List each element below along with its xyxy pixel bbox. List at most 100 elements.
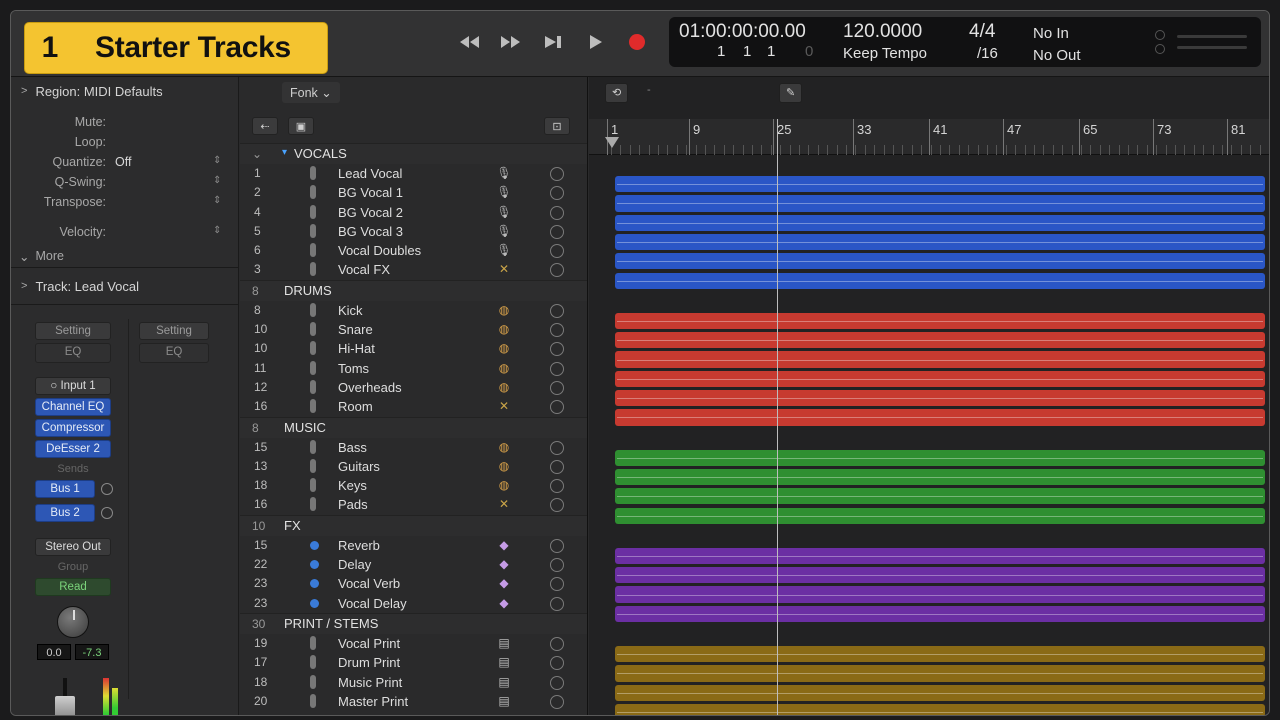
param-transpose[interactable]: Transpose: ⇕ <box>11 195 238 215</box>
record-enable-button[interactable] <box>550 479 564 494</box>
region-lane[interactable] <box>615 176 1265 193</box>
param-quantize[interactable]: Quantize: Off ⇕ <box>11 155 238 175</box>
track-inspector-header[interactable]: > Track: Lead Vocal <box>11 268 238 304</box>
track-name[interactable]: Overheads <box>338 380 402 395</box>
track-row[interactable]: 1 Lead Vocal 🎙 <box>240 164 587 183</box>
track-name[interactable]: Master Print <box>338 694 408 709</box>
track-row[interactable]: 16 Pads ✕ <box>240 495 587 514</box>
track-row[interactable]: 11 Toms ◍ <box>240 359 587 378</box>
region-lane[interactable] <box>615 233 1265 251</box>
track-name[interactable]: Room <box>338 399 373 414</box>
region-lane[interactable] <box>615 646 1265 663</box>
track-row[interactable]: 19 Vocal Print ▤ <box>240 634 587 653</box>
region-lane[interactable] <box>615 547 1265 565</box>
send-level-knob[interactable] <box>101 483 113 495</box>
volume-fader[interactable] <box>55 696 75 715</box>
region-lane[interactable] <box>615 449 1265 466</box>
record-enable-button[interactable] <box>550 577 564 592</box>
track-row[interactable]: 18 Keys ◍ <box>240 476 587 495</box>
track-name[interactable]: Drum Print <box>338 655 400 670</box>
track-name[interactable]: Vocal Verb <box>338 576 400 591</box>
track-group-header[interactable]: 8 MUSIC <box>240 416 587 438</box>
add-track-button[interactable]: ▣ <box>288 117 314 135</box>
track-name[interactable]: Toms <box>338 361 369 376</box>
track-row[interactable]: 17 Drum Print ▤ <box>240 653 587 672</box>
track-row[interactable]: 10 Hi-Hat ◍ <box>240 339 587 358</box>
snap-dropdown-icon[interactable]: ‑ <box>647 84 651 96</box>
record-enable-button[interactable] <box>550 656 564 671</box>
track-name[interactable]: BG Vocal 3 <box>338 224 403 239</box>
region-lane[interactable] <box>615 468 1265 486</box>
track-row[interactable]: 20 Master Print ▤ <box>240 692 587 711</box>
track-row[interactable]: 15 Bass ◍ <box>240 438 587 457</box>
go-to-end-button[interactable] <box>537 27 569 57</box>
param-mute[interactable]: Mute: <box>11 115 238 135</box>
project-title[interactable]: 1 Starter Tracks <box>24 22 328 74</box>
setting-button[interactable]: Setting <box>35 322 111 340</box>
track-name[interactable]: Guitars <box>338 459 380 474</box>
playhead[interactable] <box>777 119 778 715</box>
track-name[interactable]: Vocal Delay <box>338 596 407 611</box>
record-enable-button[interactable] <box>550 498 564 513</box>
track-name[interactable]: Vocal Print <box>338 636 400 651</box>
track-name[interactable]: Music Print <box>338 675 402 690</box>
region-lane[interactable] <box>615 586 1265 603</box>
track-row[interactable]: 22 Delay ◆ <box>240 555 587 574</box>
record-enable-button[interactable] <box>550 459 564 474</box>
region-lane[interactable] <box>615 567 1265 584</box>
region-lane[interactable] <box>615 665 1265 682</box>
playhead-handle[interactable] <box>605 137 619 148</box>
track-name[interactable]: Bass <box>338 440 367 455</box>
record-button[interactable] <box>621 27 653 57</box>
play-button[interactable] <box>579 27 611 57</box>
region-lane[interactable] <box>615 684 1265 701</box>
view-menu[interactable]: Fonk ⌄ <box>282 81 340 103</box>
record-enable-button[interactable] <box>550 694 564 709</box>
region-lane[interactable] <box>615 272 1265 289</box>
stepper-icon[interactable]: ⇕ <box>213 175 221 186</box>
record-enable-button[interactable] <box>550 675 564 690</box>
record-enable-button[interactable] <box>550 224 564 239</box>
track-row[interactable]: 10 Snare ◍ <box>240 320 587 339</box>
record-enable-button[interactable] <box>550 205 564 220</box>
region-lane[interactable] <box>615 312 1265 330</box>
track-name[interactable]: Vocal FX <box>338 262 390 277</box>
setting-button[interactable]: Setting <box>139 322 209 340</box>
track-row[interactable]: 23 Vocal Delay ◆ <box>240 594 587 613</box>
record-enable-button[interactable] <box>550 538 564 553</box>
track-name[interactable]: Snare <box>338 322 373 337</box>
rewind-button[interactable] <box>453 27 485 57</box>
send-bus-2[interactable]: Bus 2 <box>35 504 96 522</box>
track-name[interactable]: Keys <box>338 478 367 493</box>
region-lane[interactable] <box>615 195 1265 212</box>
region-lane[interactable] <box>615 703 1265 715</box>
record-enable-button[interactable] <box>550 558 564 573</box>
track-group-header[interactable]: ⌄ ▾ VOCALS <box>240 143 587 164</box>
record-enable-button[interactable] <box>550 380 564 395</box>
eq-display[interactable]: EQ <box>35 343 111 363</box>
stepper-icon[interactable]: ⇕ <box>213 225 221 236</box>
track-name[interactable]: Vocal Doubles <box>338 243 421 258</box>
record-enable-button[interactable] <box>550 596 564 611</box>
send-level-knob[interactable] <box>101 507 113 519</box>
track-row[interactable]: 8 Kick ◍ <box>240 301 587 320</box>
param-velocity[interactable]: Velocity: ⇕ <box>11 225 238 245</box>
region-lane[interactable] <box>615 390 1265 407</box>
track-row[interactable]: 4 BG Vocal 2 🎙 <box>240 203 587 222</box>
region-lane[interactable] <box>615 351 1265 368</box>
track-row[interactable]: 15 Reverb ◆ <box>240 536 587 555</box>
track-row[interactable]: 13 Guitars ◍ <box>240 457 587 476</box>
param-loop[interactable]: Loop: <box>11 135 238 155</box>
track-group-header[interactable]: 8 DRUMS <box>240 279 587 301</box>
region-lane[interactable] <box>615 409 1265 426</box>
track-row[interactable]: 12 Overheads ◍ <box>240 378 587 397</box>
track-group-header[interactable]: 10 FX <box>240 514 587 536</box>
track-row[interactable]: 2 BG Vocal 1 🎙 <box>240 183 587 202</box>
pan-knob[interactable] <box>57 606 89 638</box>
region-lane[interactable] <box>615 370 1265 387</box>
region-lane[interactable] <box>615 332 1265 349</box>
volume-readout[interactable]: 0.0 <box>37 644 71 660</box>
record-enable-button[interactable] <box>550 361 564 376</box>
fast-forward-button[interactable] <box>495 27 527 57</box>
output-slot[interactable]: Stereo Out <box>35 538 111 556</box>
